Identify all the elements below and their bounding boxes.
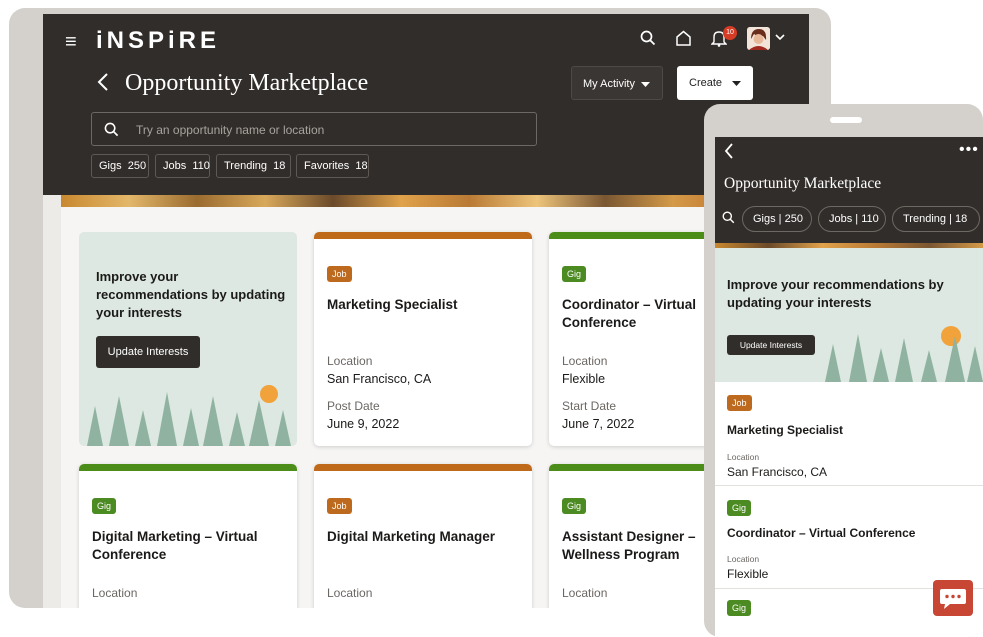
field-label: Location [727, 452, 760, 462]
promo-text: Improve your recommendations by updating… [96, 269, 286, 320]
field-label: Location [327, 354, 373, 368]
chip-label: Gigs [99, 160, 122, 172]
phone-speaker [830, 117, 862, 123]
mobile-chip-gigs[interactable]: Gigs | 250 [742, 206, 812, 232]
update-interests-button[interactable]: Update Interests [96, 336, 200, 368]
trees-illustration [87, 385, 291, 446]
chevron-down-icon[interactable] [775, 34, 785, 41]
field-value: June 7, 2022 [562, 417, 635, 431]
opportunity-card[interactable]: Job Marketing Specialist Location San Fr… [314, 232, 532, 446]
chip-count: 18 [955, 213, 968, 225]
card-title: Digital Marketing Manager [327, 529, 496, 544]
phone-screen: ••• Opportunity Marketplace Gigs | 250 J… [715, 137, 983, 637]
more-options-icon[interactable]: ••• [959, 141, 979, 159]
mobile-promo-card: Improve your recommendations by updating… [715, 248, 983, 382]
phone-frame: ••• Opportunity Marketplace Gigs | 250 J… [704, 104, 983, 637]
tablet-screen: ≡ iNSPiRE 10 Opportunity Marketplace My … [43, 14, 809, 608]
filter-chip-favorites[interactable]: Favorites 18 [296, 154, 369, 178]
create-button[interactable]: Create [677, 66, 753, 100]
mobile-header: ••• Opportunity Marketplace Gigs | 250 J… [715, 137, 983, 245]
field-label: Location [562, 586, 608, 600]
create-label: Create [689, 77, 723, 89]
decorative-banner [61, 195, 809, 207]
card-title: Coordinator – Virtual Conference [562, 297, 697, 330]
item-title: Coordinator – Virtual Conference [727, 526, 916, 540]
card-title: Assistant Designer – Wellness Program [562, 529, 696, 562]
type-badge: Gig [727, 500, 752, 516]
field-label: Location [727, 554, 760, 564]
filter-chip-trending[interactable]: Trending 18 [216, 154, 291, 178]
field-value: Flexible [727, 567, 769, 581]
field-label: Post Date [327, 399, 380, 413]
mobile-opportunity-item[interactable]: Job Marketing Specialist Location San Fr… [715, 382, 983, 486]
search-icon [104, 122, 119, 137]
caret-down-icon [732, 81, 741, 86]
field-value: June 9, 2022 [327, 417, 400, 431]
side-gutter [43, 195, 61, 608]
item-title: Marketing Specialist [727, 423, 844, 437]
filter-chip-gigs[interactable]: Gigs 250 [91, 154, 149, 178]
field-label: Location [92, 586, 138, 600]
card-title: Marketing Specialist [327, 297, 458, 312]
chip-label: Gigs [753, 213, 776, 225]
app-header: ≡ iNSPiRE 10 Opportunity Marketplace My … [43, 14, 809, 195]
gig-color-bar [79, 464, 297, 471]
field-value: San Francisco, CA [727, 465, 828, 479]
promo-card: Improve your recommendations by updating… [79, 232, 297, 446]
opportunity-card[interactable]: Job Digital Marketing Manager Location [314, 464, 532, 608]
chat-button[interactable] [933, 580, 973, 616]
chat-bubble-icon [940, 589, 966, 609]
job-color-bar [314, 464, 532, 471]
type-badge: Gig [562, 266, 587, 282]
type-badge: Job [327, 498, 352, 514]
search-bar[interactable] [91, 112, 537, 146]
field-label: Start Date [562, 399, 617, 413]
job-color-bar [314, 232, 532, 239]
type-badge: Job [727, 395, 752, 411]
mobile-page-title: Opportunity Marketplace [724, 175, 882, 192]
hamburger-menu-icon[interactable]: ≡ [65, 32, 77, 52]
field-value: San Francisco, CA [327, 372, 432, 386]
field-label: Location [562, 354, 608, 368]
chip-label: Trending [224, 160, 268, 172]
chip-label: Jobs [163, 160, 187, 172]
chip-count: 18 [355, 160, 368, 172]
search-input[interactable] [136, 121, 516, 139]
chip-label: Trending [903, 213, 947, 225]
page-title: Opportunity Marketplace [125, 70, 369, 96]
home-icon[interactable] [675, 30, 692, 46]
field-value: Flexible [562, 372, 606, 386]
user-avatar[interactable] [747, 27, 770, 50]
my-activity-button[interactable]: My Activity [571, 66, 663, 100]
type-badge: Gig [727, 600, 752, 616]
back-arrow-icon[interactable] [97, 72, 109, 92]
chip-count: 250 [127, 160, 147, 172]
field-label: Location [327, 586, 373, 600]
filter-chip-jobs[interactable]: Jobs 110 [155, 154, 210, 178]
mobile-chip-trending[interactable]: Trending | 18 [892, 206, 980, 232]
back-arrow-icon[interactable] [724, 142, 734, 160]
mobile-opportunity-item[interactable]: Gig Coordinator – Virtual Conference Loc… [715, 486, 983, 589]
opportunity-card[interactable]: Gig Digital Marketing – Virtual Conferen… [79, 464, 297, 608]
notification-count-badge: 10 [723, 26, 737, 40]
search-icon[interactable] [640, 30, 656, 46]
my-activity-label: My Activity [583, 78, 635, 90]
type-badge: Gig [562, 498, 587, 514]
caret-down-icon [641, 82, 650, 87]
chip-count: 110 [861, 213, 879, 225]
mobile-chip-jobs[interactable]: Jobs | 110 [818, 206, 886, 232]
promo-text: Improve your recommendations by updating… [727, 277, 944, 310]
trees-illustration [825, 326, 983, 382]
chip-label: Jobs [829, 213, 853, 225]
app-logo: iNSPiRE [96, 27, 221, 54]
chip-count: 110 [192, 160, 210, 172]
card-title: Digital Marketing – Virtual Conference [92, 529, 258, 562]
type-badge: Gig [92, 498, 117, 514]
chip-count: 250 [784, 213, 803, 225]
type-badge: Job [327, 266, 352, 282]
chip-count: 18 [273, 160, 286, 172]
search-icon[interactable] [722, 211, 735, 224]
chip-label: Favorites [304, 160, 350, 172]
